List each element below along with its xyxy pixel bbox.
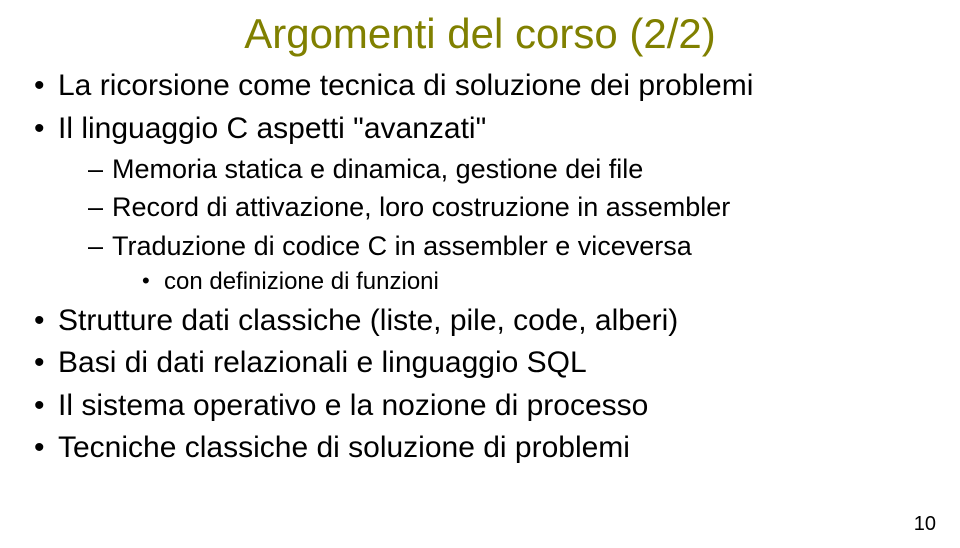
list-item: Strutture dati classiche (liste, pile, c… — [30, 301, 930, 342]
bullet-text: Basi di dati relazionali e linguaggio SQ… — [58, 346, 587, 379]
page-number: 10 — [914, 513, 936, 536]
bullet-text: Strutture dati classiche (liste, pile, c… — [58, 304, 678, 337]
list-item: Il sistema operativo e la nozione di pro… — [30, 386, 930, 427]
bullet-text: Record di attivazione, loro costruzione … — [112, 192, 730, 222]
sub-list: Memoria statica e dinamica, gestione dei… — [58, 151, 930, 299]
bullet-list: La ricorsione come tecnica di soluzione … — [30, 66, 930, 469]
bullet-text: Il linguaggio C aspetti "avanzati" — [58, 112, 486, 145]
subsub-list: con definizione di funzioni — [112, 266, 930, 298]
slide: Argomenti del corso (2/2) La ricorsione … — [0, 0, 960, 548]
bullet-text: con definizione di funzioni — [164, 268, 439, 295]
list-item: Il linguaggio C aspetti "avanzati" Memor… — [30, 109, 930, 299]
bullet-text: Memoria statica e dinamica, gestione dei… — [112, 154, 643, 184]
bullet-text: Il sistema operativo e la nozione di pro… — [58, 389, 648, 422]
list-item: La ricorsione come tecnica di soluzione … — [30, 66, 930, 107]
bullet-text: La ricorsione come tecnica di soluzione … — [58, 69, 753, 102]
list-item: Record di attivazione, loro costruzione … — [88, 189, 930, 225]
list-item: Traduzione di codice C in assembler e vi… — [88, 228, 930, 299]
bullet-text: Tecniche classiche di soluzione di probl… — [58, 431, 630, 464]
list-item: Memoria statica e dinamica, gestione dei… — [88, 151, 930, 187]
list-item: Basi di dati relazionali e linguaggio SQ… — [30, 343, 930, 384]
bullet-text: Traduzione di codice C in assembler e vi… — [112, 231, 692, 261]
list-item: con definizione di funzioni — [142, 266, 930, 298]
slide-title: Argomenti del corso (2/2) — [30, 10, 930, 58]
list-item: Tecniche classiche di soluzione di probl… — [30, 428, 930, 469]
